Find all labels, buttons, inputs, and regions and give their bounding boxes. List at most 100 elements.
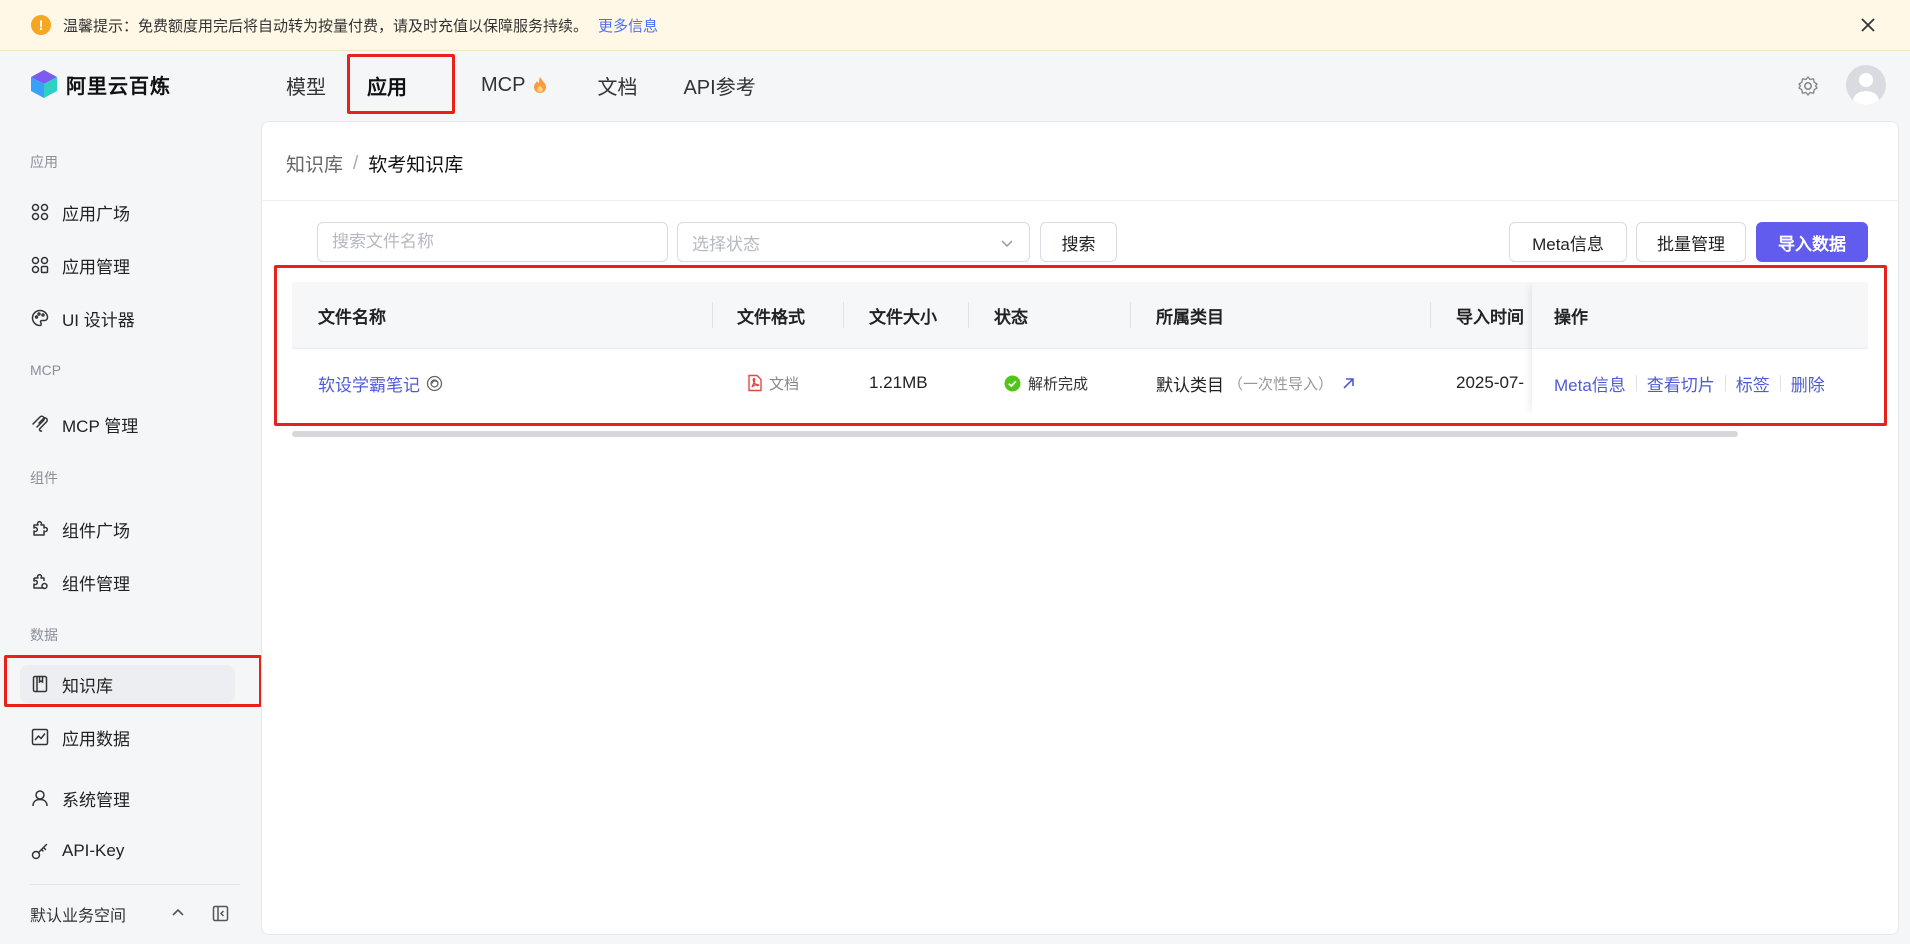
gear-icon[interactable] [1797,75,1819,97]
sidebar-item-app-data[interactable]: 应用数据 [20,718,235,756]
chevron-down-icon [1001,240,1013,248]
sidebar-item-mcp-manage[interactable]: MCP 管理 [20,405,235,443]
action-separator [1635,375,1637,391]
table-horizontal-scrollbar[interactable] [292,431,1738,437]
file-format-label: 文档 [769,375,800,393]
main-nav: 模型 应用 MCP 文档 API参考 [265,51,776,119]
sidebar-collapse-icon[interactable] [212,905,229,922]
col-status: 状态 [994,308,1028,327]
palette-icon [30,308,50,328]
nav-app-label: 应用 [367,76,407,99]
breadcrumb: 知识库 / 软考知识库 [286,150,463,177]
status-select[interactable]: 选择状态 [677,222,1030,262]
chevron-up-icon[interactable] [170,905,186,921]
nav-docs[interactable]: 文档 [577,51,657,119]
view-chunks-link[interactable]: 查看切片 [1647,371,1715,396]
puzzle-icon [30,519,50,539]
file-category: 默认类目 （一次性导入） [1156,350,1356,412]
file-size: 1.21MB [869,373,928,392]
category-sub: （一次性导入） [1228,375,1334,393]
notice-text: 温馨提示：免费额度用完后将自动转为按量付费，请及时充值以保障服务持续。 [63,17,589,35]
col-actions: 操作 [1554,308,1588,327]
delete-link[interactable]: 删除 [1791,371,1825,396]
sidebar: 应用 应用广场 应用管理 UI 设计器 MCP MCP 管理 组件 组件广场 组… [0,119,260,944]
sidebar-item-label: 组件广场 [62,521,130,541]
main-panel: 知识库 / 软考知识库 选择状态 搜索 Meta信息 批量管理 导入数据 文件名… [261,121,1899,935]
notice-more-link[interactable]: 更多信息 [598,15,658,36]
grid-icon [30,202,50,222]
top-header: 阿里云百炼 模型 应用 MCP 文档 API参考 [0,51,1910,119]
file-name-link[interactable]: 软设学霸笔记 [318,350,443,412]
grid-icon [30,255,50,275]
avatar[interactable] [1846,65,1886,105]
col-import-time: 导入时间 [1456,308,1524,327]
col-separator [1130,302,1131,328]
user-icon [30,788,50,808]
sidebar-section-mcp: MCP [30,362,62,378]
search-button[interactable]: 搜索 [1040,222,1117,262]
fire-icon [534,77,547,93]
sidebar-item-comp-plaza[interactable]: 组件广场 [20,510,235,548]
check-circle-icon [1004,375,1021,391]
header-divider [262,200,1898,201]
sidebar-item-label: API-Key [62,841,125,860]
sidebar-item-app-plaza[interactable]: 应用广场 [20,193,235,231]
close-icon[interactable] [1856,13,1880,37]
action-separator [1779,375,1781,391]
workspace-name: 默认业务空间 [30,908,127,925]
breadcrumb-current: 软考知识库 [368,155,464,176]
sidebar-divider [30,884,240,885]
book-icon [30,674,50,694]
sidebar-item-sys-manage[interactable]: 系统管理 [20,779,235,817]
copyright-icon[interactable] [426,375,443,392]
sidebar-item-app-manage[interactable]: 应用管理 [20,246,235,284]
sidebar-section-app: 应用 [30,154,58,170]
sidebar-item-comp-manage[interactable]: 组件管理 [20,563,235,601]
batch-manage-button[interactable]: 批量管理 [1636,222,1746,262]
file-status: 解析完成 [1004,350,1088,412]
sidebar-item-knowledge[interactable]: 知识库 [20,665,235,703]
arrow-up-right-icon[interactable] [1341,376,1356,391]
sidebar-item-label: 应用数据 [62,729,130,749]
col-separator [712,302,713,328]
file-name: 软设学霸笔记 [318,375,420,395]
sidebar-item-label: UI 设计器 [62,310,135,330]
logo-mark-icon [31,70,57,98]
sidebar-item-ui-designer[interactable]: UI 设计器 [20,299,235,337]
status-select-placeholder: 选择状态 [692,234,760,254]
nav-model[interactable]: 模型 [265,51,347,119]
nav-api-ref[interactable]: API参考 [663,51,775,119]
sidebar-item-api-key[interactable]: API-Key [20,832,235,870]
breadcrumb-parent[interactable]: 知识库 [286,150,343,177]
sidebar-item-label: MCP 管理 [62,416,139,436]
chart-line-icon [30,727,50,747]
col-separator [968,302,969,328]
col-category: 所属类目 [1156,308,1224,327]
row-actions: Meta信息 查看切片 标签 删除 [1554,350,1825,412]
import-data-button[interactable]: 导入数据 [1756,222,1868,262]
logo[interactable]: 阿里云百炼 [30,69,171,99]
row-meta-link[interactable]: Meta信息 [1554,371,1626,396]
sidebar-section-data: 数据 [30,627,58,643]
meta-info-button[interactable]: Meta信息 [1509,222,1627,262]
file-search-input[interactable] [317,222,668,262]
sidebar-item-label: 知识库 [62,676,113,696]
col-separator [843,302,844,328]
file-status-label: 解析完成 [1028,375,1089,393]
key-icon [30,841,50,861]
col-separator [1430,302,1431,328]
tags-link[interactable]: 标签 [1736,371,1770,396]
action-separator [1724,375,1726,391]
nav-mcp-label: MCP [481,73,526,96]
nav-mcp[interactable]: MCP [461,51,567,119]
col-format: 文件格式 [737,308,805,327]
workspace-switcher[interactable]: 默认业务空间 [30,899,235,929]
nav-app[interactable]: 应用 [347,51,455,119]
sidebar-item-label: 组件管理 [62,574,130,594]
import-time: 2025-07- [1456,373,1525,392]
col-size: 文件大小 [869,308,937,327]
sidebar-section-component: 组件 [30,470,58,486]
user-avatar-icon [1853,73,1879,105]
file-format: 文档 [747,350,799,412]
sidebar-item-label: 系统管理 [62,790,130,810]
